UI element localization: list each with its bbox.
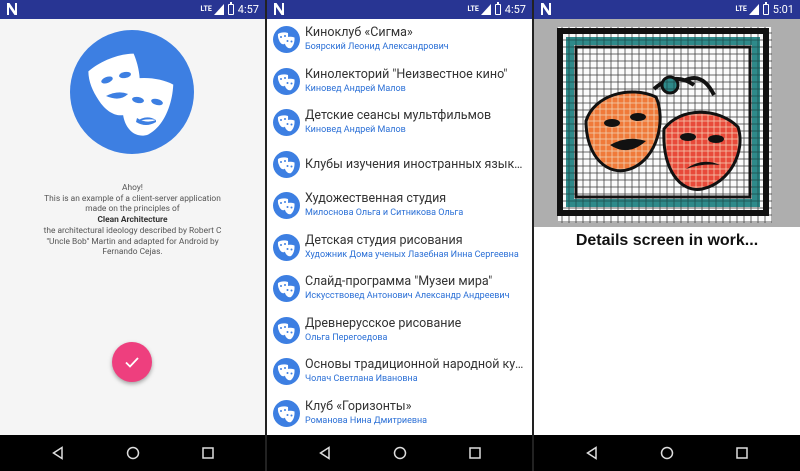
item-subtitle: Киновед Андрей Малов xyxy=(305,83,406,94)
status-bar: LTE 4:57 xyxy=(267,0,532,19)
notification-n-icon xyxy=(541,3,551,15)
status-bar: LTE 5:01 xyxy=(534,0,800,19)
clock: 4:57 xyxy=(504,3,526,16)
item-title: Детские сеансы мультфильмов xyxy=(305,108,492,123)
item-subtitle: Боярский Леонид Александрович xyxy=(305,42,449,52)
list-item[interactable]: Детская студия рисования Художник Дома у… xyxy=(267,227,532,269)
recents-square-icon xyxy=(201,447,214,459)
nav-back-button[interactable] xyxy=(48,443,68,463)
item-title: Клуб «Горизонты» xyxy=(305,398,412,414)
notification-n-icon xyxy=(274,3,284,15)
events-list: Киноклуб «Сигма» Боярский Леонид Алексан… xyxy=(267,19,532,434)
nav-recents-button[interactable] xyxy=(465,443,485,463)
theater-masks-icon xyxy=(273,192,300,219)
about-line: made on the principles of xyxy=(85,204,180,215)
list-item[interactable]: Слайд-программа "Музеи мира" Искусствове… xyxy=(267,268,532,310)
theater-masks-icon xyxy=(273,233,300,261)
battery-icon xyxy=(494,2,501,15)
nav-bar xyxy=(534,435,800,471)
list-item[interactable]: Детские сеансы мультфильмов Киновед Андр… xyxy=(267,102,532,144)
list-item[interactable]: Клубы изучения иностранных языков xyxy=(267,144,532,186)
signal-icon xyxy=(748,4,759,15)
confirm-fab-button[interactable] xyxy=(112,342,152,382)
item-title: Древнерусское рисование xyxy=(305,315,462,331)
theater-masks-icon xyxy=(273,150,300,178)
back-triangle-icon xyxy=(51,446,63,460)
nav-home-button[interactable] xyxy=(657,443,677,463)
theater-masks-icon xyxy=(273,109,300,136)
battery-icon xyxy=(227,2,234,15)
back-triangle-icon xyxy=(585,446,597,460)
list-item[interactable]: Художественная студия Милоснова Ольга и … xyxy=(267,185,532,227)
list-item[interactable]: Кинолекторий "Неизвестное кино" Киновед … xyxy=(267,61,532,103)
item-title: Художественная студия xyxy=(305,191,447,206)
list-item[interactable]: Клуб «Горизонты» Романова Нина Дмитриевн… xyxy=(267,393,532,435)
list-item[interactable]: Киноклуб «Сигма» Боярский Леонид Алексан… xyxy=(267,19,532,61)
item-subtitle: Киновед Андрей Малов xyxy=(305,125,406,135)
item-title: Основы традиционной народной культуры xyxy=(305,357,528,372)
item-title: Киноклуб «Сигма» xyxy=(305,25,413,40)
nav-recents-button[interactable] xyxy=(198,443,218,463)
home-circle-icon xyxy=(126,446,139,460)
network-type: LTE xyxy=(200,5,212,13)
back-triangle-icon xyxy=(318,446,330,460)
details-screen: LTE 5:01 Details screen in work... xyxy=(534,0,800,471)
nav-back-button[interactable] xyxy=(582,443,602,463)
item-subtitle: Ольга Перегоедова xyxy=(305,332,388,343)
list-item[interactable]: Древнерусское рисование Ольга Перегоедов… xyxy=(267,310,532,352)
about-line: "Uncle Bob" Martin and adapted for Andro… xyxy=(46,236,219,247)
nav-home-button[interactable] xyxy=(390,443,410,463)
theater-masks-icon xyxy=(70,30,194,154)
item-title: Кинолекторий "Неизвестное кино" xyxy=(305,66,508,82)
clock: 5:01 xyxy=(772,3,794,16)
about-screen: LTE 4:57 Ahoy! This is an example of a c… xyxy=(0,0,265,471)
list-item[interactable]: Основы традиционной народной культуры Чо… xyxy=(267,351,532,393)
greeting: Ahoy! xyxy=(122,183,143,193)
signal-icon xyxy=(213,4,224,15)
home-circle-icon xyxy=(393,446,406,460)
signal-icon xyxy=(480,4,491,15)
item-title: Слайд-программа "Музеи мира" xyxy=(305,274,493,289)
theater-masks-icon xyxy=(273,275,300,302)
theater-masks-icon xyxy=(273,67,300,95)
nav-bar xyxy=(0,435,265,471)
item-title: Детская студия рисования xyxy=(305,232,463,248)
theater-masks-icon xyxy=(273,316,300,344)
about-bold: Clean Architecture xyxy=(97,215,168,226)
list-screen: LTE 4:57 Киноклуб «Сигма» Боярский Леони… xyxy=(267,0,532,471)
recents-square-icon xyxy=(468,447,481,459)
recents-square-icon xyxy=(736,447,749,459)
nav-back-button[interactable] xyxy=(315,443,335,463)
nav-recents-button[interactable] xyxy=(732,443,752,463)
status-bar: LTE 4:57 xyxy=(0,0,265,19)
about-line: Fernando Cejas. xyxy=(102,247,163,258)
clock: 4:57 xyxy=(237,3,259,16)
theater-masks-icon xyxy=(273,26,300,53)
about-line: the architectural ideology described by … xyxy=(43,225,222,236)
network-type: LTE xyxy=(735,5,747,13)
event-image xyxy=(534,19,800,227)
details-placeholder: Details screen in work... xyxy=(544,229,790,253)
item-subtitle: Романова Нина Дмитриевна xyxy=(305,415,428,426)
item-subtitle: Искусствовед Антонович Александр Андреев… xyxy=(305,291,510,301)
theater-masks-icon xyxy=(273,399,300,427)
nav-home-button[interactable] xyxy=(123,443,143,463)
check-icon xyxy=(125,357,139,368)
item-subtitle: Художник Дома ученых Лазебная Инна Серге… xyxy=(305,249,519,260)
network-type: LTE xyxy=(467,5,479,13)
nav-bar xyxy=(267,435,532,471)
about-text: Ahoy! This is an example of a client-ser… xyxy=(10,183,255,258)
item-subtitle: Милоснова Ольга и Ситникова Ольга xyxy=(305,208,464,218)
notification-n-icon xyxy=(7,3,17,15)
about-line: This is an example of a client-server ap… xyxy=(44,193,221,204)
theater-masks-icon xyxy=(273,358,300,385)
home-circle-icon xyxy=(660,446,674,460)
item-title: Клубы изучения иностранных языков xyxy=(305,156,528,172)
battery-icon xyxy=(762,2,769,15)
item-subtitle: Чолач Светлана Ивановна xyxy=(305,374,418,384)
